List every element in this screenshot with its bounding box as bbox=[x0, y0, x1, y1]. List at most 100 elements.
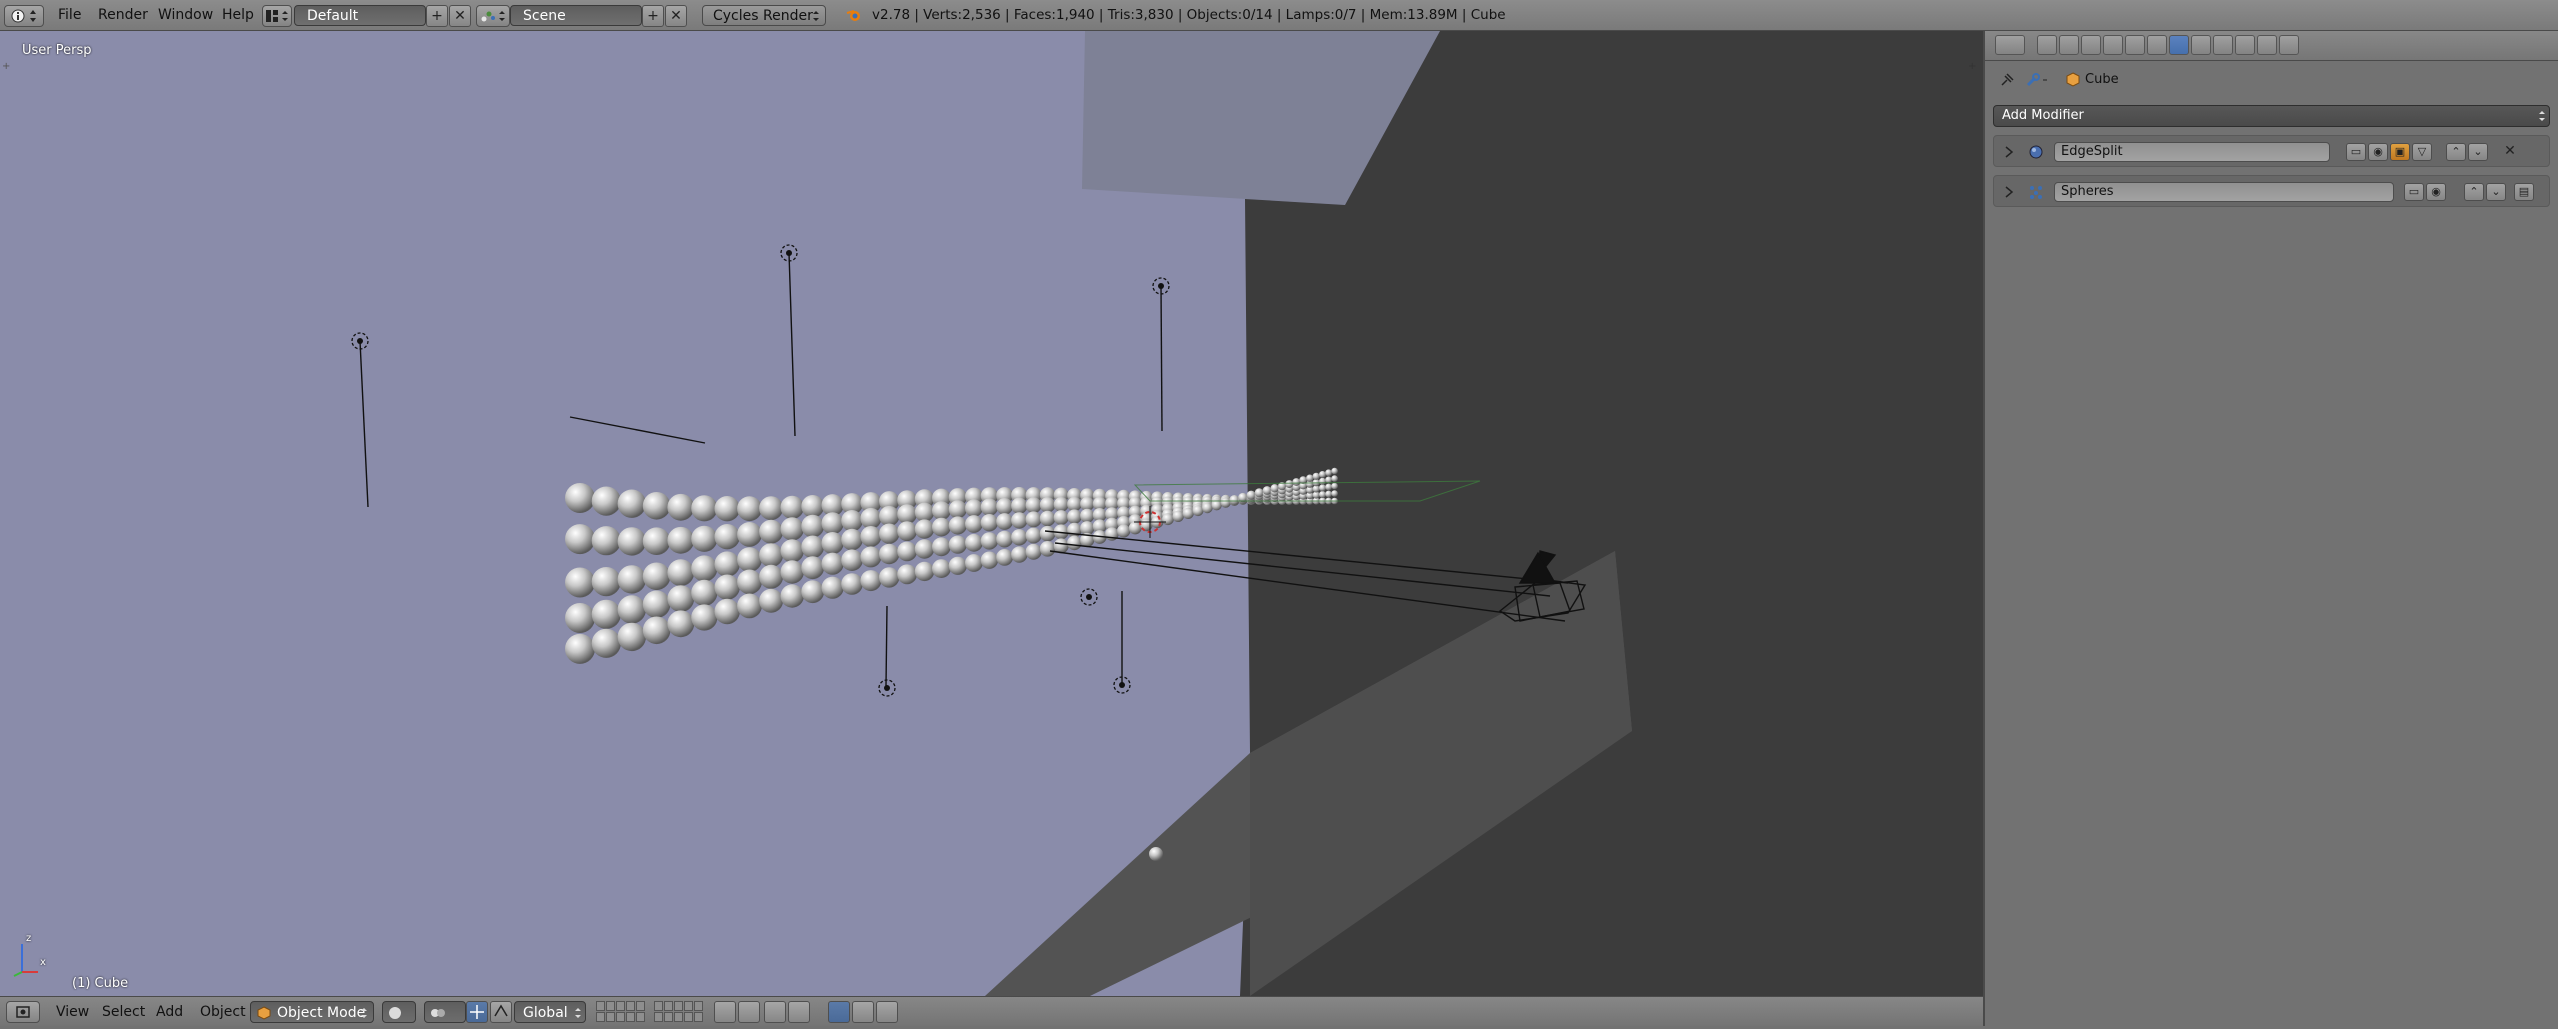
delete-screen-button[interactable]: ✕ bbox=[449, 5, 471, 27]
region-toggle-plus-icon-right[interactable]: + bbox=[1968, 61, 1978, 72]
sphere-instance bbox=[1039, 525, 1056, 542]
sphere-instance bbox=[642, 492, 671, 520]
menu-select[interactable]: Select bbox=[96, 1001, 151, 1023]
editor-type-button[interactable] bbox=[4, 5, 44, 27]
delete-scene-button[interactable]: ✕ bbox=[665, 5, 687, 27]
render-opengl-button[interactable] bbox=[852, 1001, 874, 1023]
modifier-viewport-toggle[interactable]: ◉ bbox=[2426, 183, 2446, 201]
menu-object[interactable]: Object bbox=[194, 1001, 252, 1023]
sphere-instance bbox=[1011, 497, 1028, 514]
sphere-instance bbox=[879, 505, 900, 527]
sphere-instance bbox=[948, 500, 967, 519]
physics-tab-icon[interactable] bbox=[2279, 35, 2299, 55]
add-screen-button[interactable]: + bbox=[426, 5, 448, 27]
sphere-instance bbox=[932, 559, 951, 578]
modifier-panel-spheres: Spheres ▭ ◉ ⌃ ⌄ ▤ bbox=[1993, 175, 2550, 207]
sphere-instance bbox=[914, 502, 935, 522]
mode-select[interactable]: Object Mode bbox=[250, 1001, 374, 1023]
move-down-button[interactable]: ⌄ bbox=[2486, 183, 2506, 201]
layer-buttons-group-2[interactable] bbox=[654, 1001, 703, 1023]
modifier-name-field[interactable]: Spheres bbox=[2054, 182, 2394, 202]
constraints-tab-icon[interactable] bbox=[2147, 35, 2167, 55]
snap-element-select[interactable] bbox=[788, 1001, 810, 1023]
lock-camera-button[interactable] bbox=[714, 1001, 736, 1023]
remove-modifier-close-icon[interactable]: ✕ bbox=[2500, 143, 2520, 161]
render-preview-button[interactable] bbox=[828, 1001, 850, 1023]
menu-help[interactable]: Help bbox=[216, 5, 260, 26]
lamp-core bbox=[786, 250, 792, 256]
modifiers-tab-icon[interactable] bbox=[2169, 35, 2189, 55]
sphere-instance bbox=[1039, 510, 1056, 527]
3d-viewport[interactable]: User Persp (1) Cube z x + + bbox=[0, 31, 1983, 996]
sphere-instance bbox=[1285, 480, 1294, 489]
screen-layout-field[interactable]: Default bbox=[294, 5, 426, 26]
sphere-instance bbox=[1331, 490, 1338, 497]
sphere-instance bbox=[860, 526, 882, 547]
menu-view[interactable]: View bbox=[50, 1001, 95, 1023]
modifier-cage-toggle[interactable]: ▽ bbox=[2412, 143, 2432, 161]
material-tab-icon[interactable] bbox=[2213, 35, 2233, 55]
object-tab-icon[interactable] bbox=[2125, 35, 2145, 55]
translate-button[interactable] bbox=[490, 1001, 512, 1023]
sphere-instance bbox=[691, 495, 718, 522]
sphere-instance bbox=[914, 561, 935, 582]
move-down-button[interactable]: ⌄ bbox=[2468, 143, 2488, 161]
screen-layout-selector[interactable] bbox=[262, 5, 292, 27]
sphere-instance bbox=[691, 604, 718, 631]
texture-tab-icon[interactable] bbox=[2235, 35, 2255, 55]
menu-add[interactable]: Add bbox=[150, 1001, 189, 1023]
expand-triangle-icon[interactable] bbox=[2004, 146, 2014, 158]
add-modifier-button[interactable]: Add Modifier bbox=[1993, 105, 2550, 127]
properties-editor-type-button[interactable] bbox=[1995, 35, 2025, 55]
render-anim-button[interactable] bbox=[876, 1001, 898, 1023]
sphere-instance bbox=[1325, 469, 1332, 477]
sphere-instance bbox=[965, 515, 983, 533]
particles-tab-icon[interactable] bbox=[2257, 35, 2277, 55]
scene-selector[interactable] bbox=[476, 5, 510, 27]
updown-arrows-icon bbox=[575, 1008, 581, 1018]
render-engine-select[interactable]: Cycles Render bbox=[702, 5, 826, 26]
sphere-instance bbox=[617, 565, 646, 594]
sphere-instance bbox=[759, 588, 784, 613]
render-engine-label: Cycles Render bbox=[713, 8, 813, 24]
small-sphere-object[interactable] bbox=[1149, 847, 1163, 861]
move-up-button[interactable]: ⌃ bbox=[2464, 183, 2484, 201]
layer-buttons-group-1[interactable] bbox=[596, 1001, 645, 1023]
sphere-instance bbox=[1182, 507, 1194, 519]
modifier-name-field[interactable]: EdgeSplit bbox=[2054, 142, 2330, 162]
render-tab-icon[interactable] bbox=[2037, 35, 2057, 55]
add-scene-button[interactable]: + bbox=[642, 5, 664, 27]
modifier-editmode-toggle[interactable]: ▣ bbox=[2390, 143, 2410, 161]
proportional-edit-button[interactable] bbox=[738, 1001, 760, 1023]
sphere-instance bbox=[737, 593, 762, 619]
breadcrumb-object[interactable]: Cube bbox=[2085, 71, 2119, 89]
data-tab-icon[interactable] bbox=[2191, 35, 2211, 55]
sphere-instance bbox=[737, 522, 762, 547]
properties-header bbox=[1985, 31, 2558, 61]
region-toggle-plus-icon[interactable]: + bbox=[2, 61, 12, 72]
sphere-instance bbox=[1025, 543, 1042, 560]
snap-toggle[interactable] bbox=[764, 1001, 786, 1023]
menu-file[interactable]: File bbox=[52, 5, 87, 26]
editor-type-button-3d[interactable] bbox=[6, 1001, 40, 1023]
pivot-point-select[interactable] bbox=[424, 1001, 466, 1023]
manipulator-toggle[interactable] bbox=[466, 1001, 488, 1023]
modifier-viewport-toggle[interactable]: ◉ bbox=[2368, 143, 2388, 161]
modifier-render-toggle[interactable]: ▭ bbox=[2404, 183, 2424, 201]
menu-render[interactable]: Render bbox=[92, 5, 154, 26]
sphere-instance bbox=[1039, 541, 1056, 557]
move-up-button[interactable]: ⌃ bbox=[2446, 143, 2466, 161]
viewport-scene[interactable] bbox=[0, 31, 1983, 996]
scene-field[interactable]: Scene bbox=[510, 5, 642, 26]
render-layers-tab-icon[interactable] bbox=[2059, 35, 2079, 55]
modifier-render-toggle[interactable]: ▭ bbox=[2346, 143, 2366, 161]
menu-window[interactable]: Window bbox=[152, 5, 219, 26]
sphere-instance bbox=[617, 527, 646, 556]
viewport-shading-select[interactable] bbox=[382, 1001, 416, 1023]
pin-icon[interactable] bbox=[1999, 72, 2015, 88]
expand-triangle-icon[interactable] bbox=[2004, 186, 2014, 198]
world-tab-icon[interactable] bbox=[2103, 35, 2123, 55]
scene-tab-icon[interactable] bbox=[2081, 35, 2101, 55]
transform-orientation-select[interactable]: Global bbox=[514, 1001, 586, 1023]
modifier-options-icon[interactable]: ▤ bbox=[2514, 183, 2534, 201]
